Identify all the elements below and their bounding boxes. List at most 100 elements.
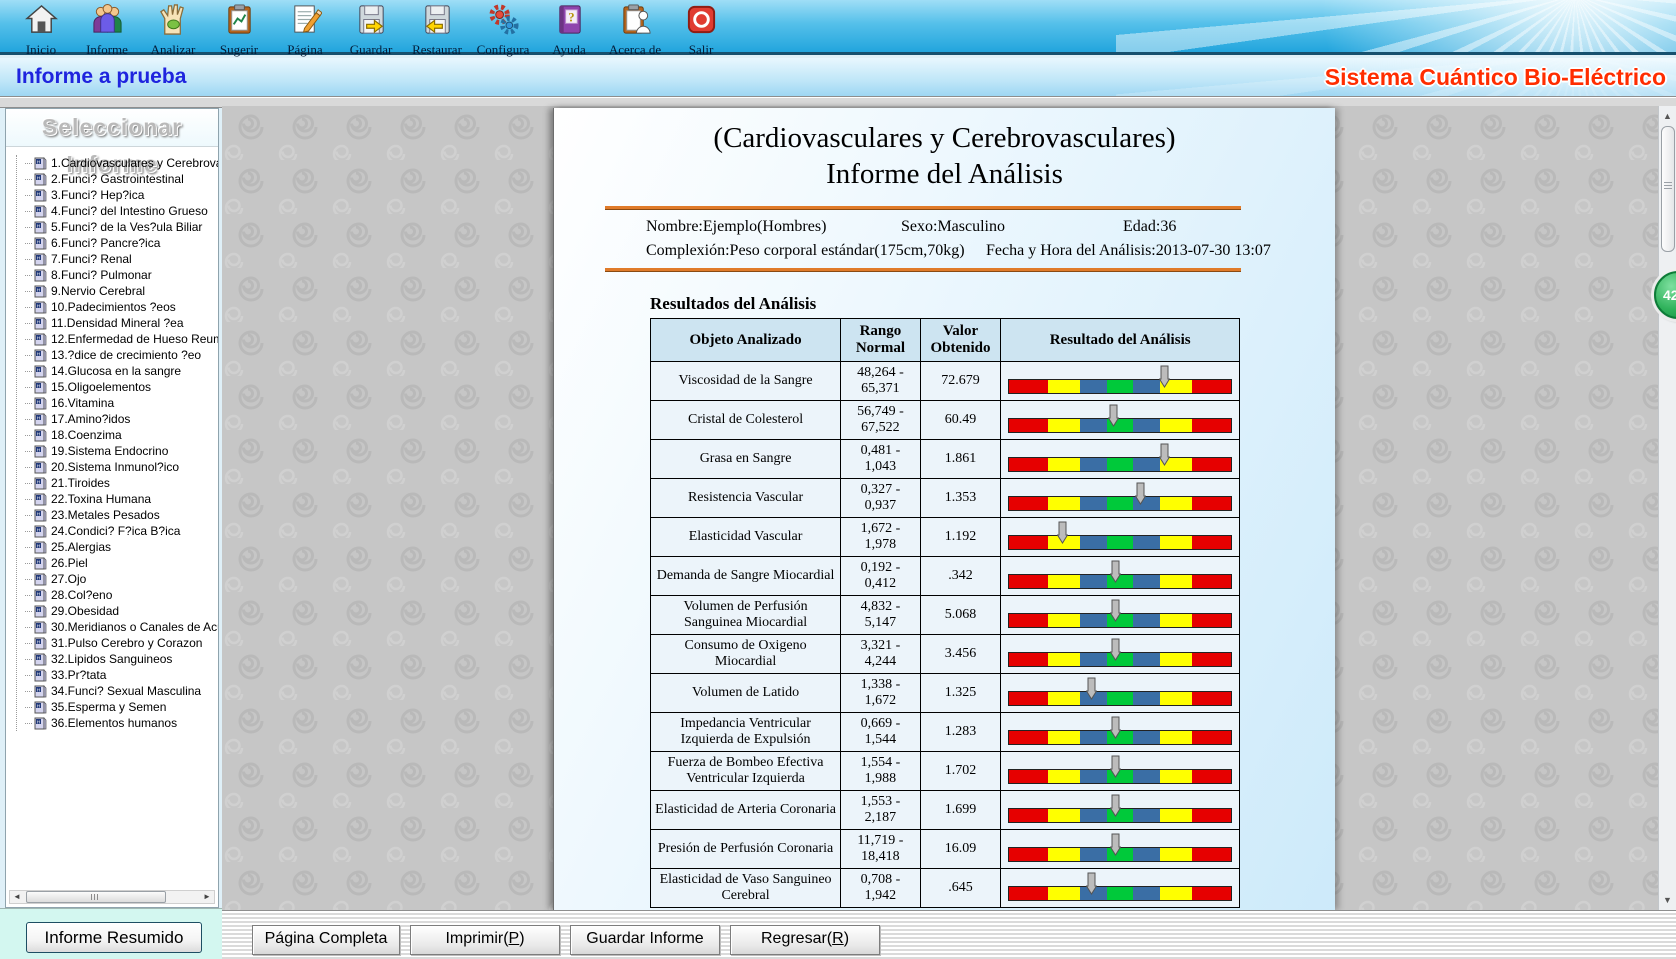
result-marker-arrow: [1110, 560, 1121, 589]
sidebar-report-item[interactable]: H22.Toxina Humana: [25, 491, 218, 507]
sidebar-report-item[interactable]: H31.Pulso Cerebro y Corazon: [25, 635, 218, 651]
svg-text:H: H: [37, 303, 40, 308]
obtained-value: 1.325: [920, 674, 1001, 713]
sidebar-header: Seleccionar Informe: [6, 109, 218, 147]
sidebar-report-item[interactable]: H21.Tiroides: [25, 475, 218, 491]
scrollbar-thumb[interactable]: [1661, 126, 1675, 252]
toolbar-button-analizar[interactable]: Analizar: [140, 0, 206, 52]
normal-range-value: 0,708 - 1,942: [841, 869, 921, 908]
sidebar-report-item[interactable]: H32.Lipidos Sanguineos: [25, 651, 218, 667]
sidebar-report-item[interactable]: H4.Funci? del Intestino Grueso: [25, 203, 218, 219]
svg-text:H: H: [37, 591, 40, 596]
sidebar-report-item[interactable]: H15.Oligoelementos: [25, 379, 218, 395]
result-marker-arrow: [1110, 755, 1121, 784]
svg-text:H: H: [37, 655, 40, 660]
toolbar-button-configura[interactable]: Configura: [470, 0, 536, 52]
sidebar-report-item[interactable]: H20.Sistema Inmunol?ico: [25, 459, 218, 475]
sidebar-report-item[interactable]: H30.Meridianos o Canales de Acupuntura: [25, 619, 218, 635]
sidebar-report-item[interactable]: H23.Metales Pesados: [25, 507, 218, 523]
horizontal-scrollbar[interactable]: ◄ ►: [9, 890, 215, 904]
results-section-title: Resultados del Análisis: [650, 294, 816, 314]
scroll-up-arrow[interactable]: ▲: [1659, 108, 1676, 124]
vertical-scrollbar[interactable]: ▲ ▼: [1658, 106, 1676, 910]
sidebar-report-item[interactable]: H34.Funci? Sexual Masculina: [25, 683, 218, 699]
sidebar-report-item[interactable]: H24.Condici? F?ica B?ica: [25, 523, 218, 539]
svg-text:H: H: [37, 191, 40, 196]
sidebar-report-item[interactable]: H1.Cardiovasculares y Cerebrovasculares: [25, 155, 218, 171]
analyzed-item-name: Resistencia Vascular: [651, 479, 841, 518]
sidebar-report-item[interactable]: H8.Funci? Pulmonar: [25, 267, 218, 283]
sidebar-report-item[interactable]: H19.Sistema Endocrino: [25, 443, 218, 459]
result-bar-cell: [1001, 440, 1240, 479]
report-title-line2: Informe del Análisis: [554, 158, 1335, 191]
sidebar-report-item[interactable]: H12.Enfermedad de Hueso Reumatoide: [25, 331, 218, 347]
toolbar-button-sugerir[interactable]: Sugerir: [206, 0, 272, 52]
toolbar-button-inicio[interactable]: Inicio: [8, 0, 74, 52]
sidebar-report-item[interactable]: H2.Funci? Gastrointestinal: [25, 171, 218, 187]
svg-text:H: H: [37, 159, 40, 164]
table-row: Resistencia Vascular 0,327 - 0,937 1.353: [651, 479, 1240, 518]
sidebar-report-item[interactable]: H33.Pr?tata: [25, 667, 218, 683]
toolbar-button-informe[interactable]: Informe: [74, 0, 140, 52]
scroll-right-arrow[interactable]: ►: [200, 891, 214, 903]
analyzed-item-name: Cristal de Colesterol: [651, 401, 841, 440]
sidebar-report-item[interactable]: H27.Ojo: [25, 571, 218, 587]
normal-range-value: 11,719 - 18,418: [841, 830, 921, 869]
sidebar-report-item[interactable]: H16.Vitamina: [25, 395, 218, 411]
regresar-button[interactable]: Regresar(R): [730, 925, 880, 955]
sidebar-report-item[interactable]: H5.Funci? de la Ves?ula Biliar: [25, 219, 218, 235]
informe-resumido-button[interactable]: Informe Resumido: [26, 922, 202, 953]
analyzed-item-name: Elasticidad de Vaso Sanguineo Cerebral: [651, 869, 841, 908]
sidebar-report-item[interactable]: H36.Elementos humanos: [25, 715, 218, 731]
svg-text:H: H: [37, 351, 40, 356]
toolbar-button-acerca-de[interactable]: Acerca de: [602, 0, 668, 52]
normal-range-value: 0,327 - 0,937: [841, 479, 921, 518]
scroll-left-arrow[interactable]: ◄: [10, 891, 24, 903]
sidebar-report-item[interactable]: H10.Padecimientos ?eos: [25, 299, 218, 315]
sidebar-report-item[interactable]: H13.?dice de crecimiento ?eo: [25, 347, 218, 363]
sidebar-report-item[interactable]: H17.Amino?idos: [25, 411, 218, 427]
scroll-down-arrow[interactable]: ▼: [1659, 892, 1676, 908]
toolbar-button-pagina[interactable]: Página: [272, 0, 338, 52]
gears-icon: [487, 3, 520, 41]
analyzed-item-name: Presión de Perfusión Coronaria: [651, 830, 841, 869]
results-table: Objeto Analizado Rango Normal Valor Obte…: [650, 318, 1240, 908]
result-marker-arrow: [1057, 521, 1068, 550]
sidebar-report-item[interactable]: H26.Piel: [25, 555, 218, 571]
obtained-value: 72.679: [920, 362, 1001, 401]
sidebar-report-item[interactable]: H6.Funci? Pancre?ica: [25, 235, 218, 251]
toolbar-button-ayuda[interactable]: ? Ayuda: [536, 0, 602, 52]
sidebar-report-item[interactable]: H18.Coenzima: [25, 427, 218, 443]
sidebar-report-item[interactable]: H9.Nervio Cerebral: [25, 283, 218, 299]
sidebar-report-item[interactable]: H14.Glucosa en la sangre: [25, 363, 218, 379]
pagina-completa-button[interactable]: Página Completa: [252, 925, 400, 955]
sidebar-report-item[interactable]: H7.Funci? Renal: [25, 251, 218, 267]
sidebar-report-item[interactable]: H29.Obesidad: [25, 603, 218, 619]
table-row: Grasa en Sangre 0,481 - 1,043 1.861: [651, 440, 1240, 479]
sidebar-report-item[interactable]: H11.Densidad Mineral ?ea: [25, 315, 218, 331]
toolbar-button-restaurar[interactable]: Restaurar: [404, 0, 470, 52]
imprimir-button[interactable]: Imprimir(P): [410, 925, 560, 955]
result-color-bar: [1008, 652, 1232, 667]
toolbar-button-salir[interactable]: Salir: [668, 0, 734, 52]
svg-text:H: H: [37, 207, 40, 212]
svg-text:H: H: [37, 543, 40, 548]
scrollbar-thumb[interactable]: [26, 891, 166, 903]
result-bar-cell: [1001, 713, 1240, 752]
result-color-bar: [1008, 535, 1232, 550]
analyzed-item-name: Fuerza de Bombeo Efectiva Ventricular Iz…: [651, 752, 841, 791]
table-row: Impedancia Ventricular Izquierda de Expu…: [651, 713, 1240, 752]
obtained-value: 16.09: [920, 830, 1001, 869]
help-book-icon: ?: [553, 3, 586, 41]
result-color-bar: [1008, 847, 1232, 862]
normal-range-value: 0,481 - 1,043: [841, 440, 921, 479]
guardar-informe-button[interactable]: Guardar Informe: [570, 925, 720, 955]
sidebar-report-item[interactable]: H3.Funci? Hep?ica: [25, 187, 218, 203]
sidebar-report-item[interactable]: H35.Esperma y Semen: [25, 699, 218, 715]
toolbar-button-guardar[interactable]: Guardar: [338, 0, 404, 52]
svg-text:?: ?: [568, 10, 574, 24]
sidebar-report-item[interactable]: H28.Col?eno: [25, 587, 218, 603]
sidebar-report-item[interactable]: H25.Alergias: [25, 539, 218, 555]
table-row: Viscosidad de la Sangre 48,264 - 65,371 …: [651, 362, 1240, 401]
normal-range-value: 4,832 - 5,147: [841, 596, 921, 635]
